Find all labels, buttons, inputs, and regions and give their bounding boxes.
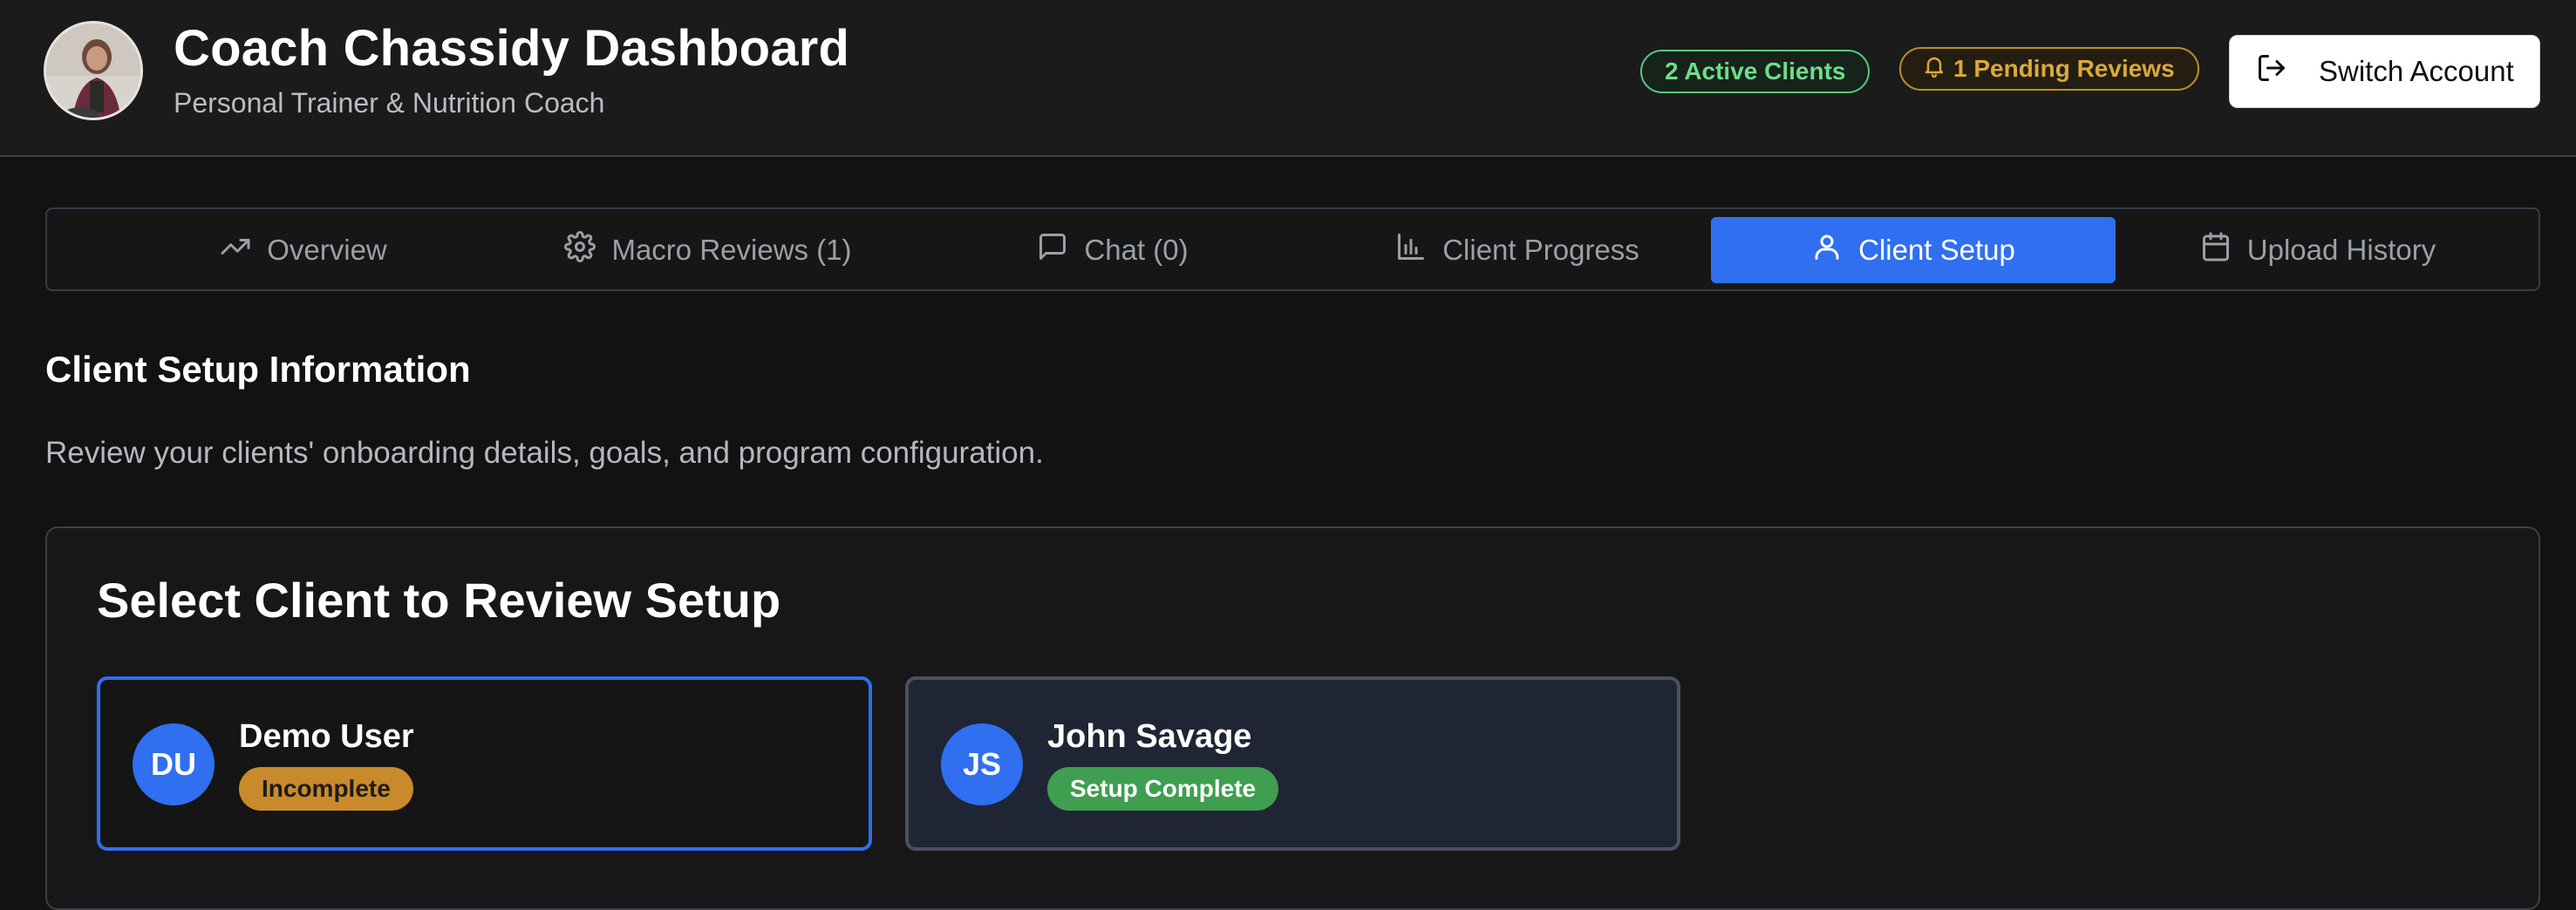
- bar-chart-icon: [1395, 231, 1427, 269]
- pending-reviews-badge[interactable]: 1 Pending Reviews: [1899, 47, 2199, 91]
- chat-bubble-icon: [1037, 231, 1068, 269]
- client-select-panel: Select Client to Review Setup DU Demo Us…: [45, 526, 2540, 910]
- tab-client-progress[interactable]: Client Progress: [1315, 217, 1720, 283]
- client-name: John Savage: [1047, 718, 1252, 755]
- tab-label: Chat (0): [1084, 234, 1189, 266]
- status-badge: Incomplete: [239, 767, 413, 811]
- trending-up-icon: [220, 231, 251, 269]
- tab-upload-history[interactable]: Upload History: [2116, 217, 2520, 283]
- page-title: Coach Chassidy Dashboard: [174, 20, 850, 77]
- avatar: JS: [941, 723, 1023, 805]
- logout-icon: [2256, 52, 2287, 91]
- tab-label: Macro Reviews (1): [611, 234, 852, 266]
- calendar-icon: [2200, 231, 2232, 269]
- section-description: Review your clients' onboarding details,…: [45, 436, 1044, 470]
- panel-title: Select Client to Review Setup: [97, 573, 781, 628]
- tab-bar: Overview Macro Reviews (1) Chat (0) Clie…: [45, 207, 2540, 291]
- page-subtitle: Personal Trainer & Nutrition Coach: [174, 87, 605, 119]
- switch-account-label: Switch Account: [2319, 55, 2514, 87]
- tab-macro-reviews[interactable]: Macro Reviews (1): [506, 217, 910, 283]
- tab-label: Upload History: [2246, 234, 2436, 266]
- tab-client-setup[interactable]: Client Setup: [1711, 217, 2116, 283]
- section-title: Client Setup Information: [45, 349, 471, 390]
- bell-icon: [1924, 55, 1945, 84]
- user-icon: [1811, 231, 1843, 269]
- tab-label: Client Progress: [1442, 234, 1639, 266]
- active-clients-label: 2 Active Clients: [1665, 58, 1846, 85]
- tab-label: Client Setup: [1858, 234, 2015, 266]
- tab-overview[interactable]: Overview: [101, 217, 506, 283]
- tab-chat[interactable]: Chat (0): [910, 217, 1315, 283]
- dashboard-header: Coach Chassidy Dashboard Personal Traine…: [0, 0, 2576, 157]
- pending-reviews-label: 1 Pending Reviews: [1953, 55, 2175, 82]
- client-name: Demo User: [239, 718, 414, 755]
- gear-icon: [564, 231, 596, 269]
- coach-avatar: [44, 21, 143, 120]
- status-badge: Setup Complete: [1047, 767, 1279, 811]
- avatar: DU: [133, 723, 215, 805]
- client-card-demo-user[interactable]: DU Demo User Incomplete: [97, 676, 872, 851]
- tab-label: Overview: [267, 234, 387, 266]
- client-card-john-savage[interactable]: JS John Savage Setup Complete: [905, 676, 1680, 851]
- switch-account-button[interactable]: Switch Account: [2229, 35, 2540, 108]
- active-clients-badge: 2 Active Clients: [1640, 50, 1871, 93]
